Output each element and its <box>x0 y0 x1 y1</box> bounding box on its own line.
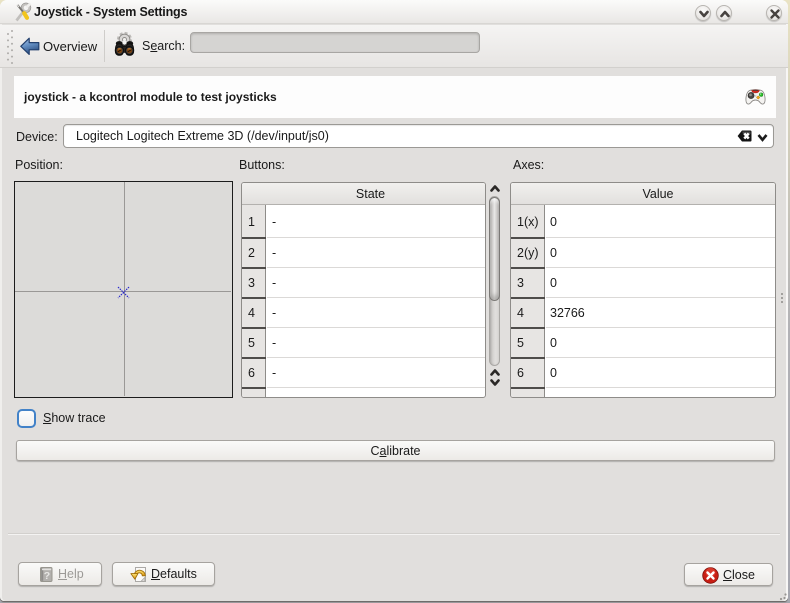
svg-text:?: ? <box>44 570 50 582</box>
